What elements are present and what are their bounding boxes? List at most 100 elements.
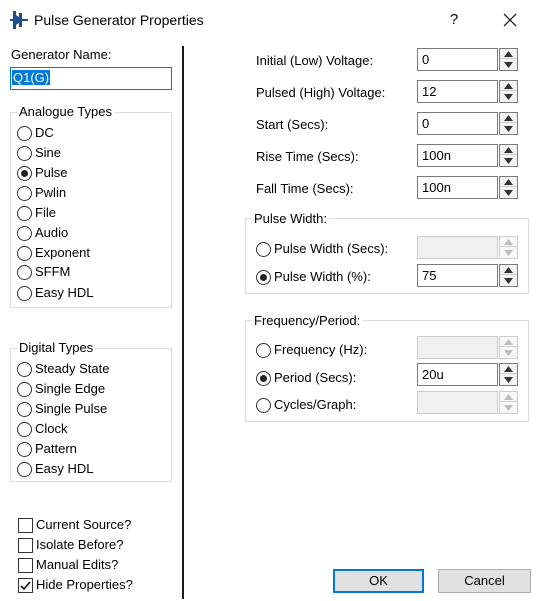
arrow-down-icon[interactable] [500,188,517,198]
radio-button [17,382,32,397]
radio-label: Pulse Width (Secs): [274,241,389,256]
radio-label: Pulse Width (%): [274,269,371,284]
radio-button-checked [256,371,271,386]
radio-button [17,206,32,221]
radio-label: File [35,205,56,220]
arrow-down-icon[interactable] [500,248,517,258]
pulse-width-secs-input[interactable] [417,236,498,259]
radio-button [17,362,32,377]
radio-button [256,242,271,257]
cancel-button[interactable]: Cancel [438,569,531,593]
pulsed-voltage-spinner[interactable] [499,80,518,103]
radio-button [17,186,32,201]
radio-label: Clock [35,421,68,436]
radio-label: Single Edge [35,381,106,396]
radio-label: Period (Secs): [274,370,357,385]
arrow-down-icon[interactable] [500,403,517,413]
vertical-divider [182,46,184,599]
arrow-up-icon[interactable] [500,392,517,402]
rise-time-spinner[interactable] [499,144,518,167]
period-secs-input[interactable]: 20u [417,363,498,386]
radio-label: Pwlin [35,185,67,200]
radio-button [17,422,32,437]
arrow-down-icon[interactable] [500,348,517,358]
help-button[interactable]: ? [444,10,464,30]
frequency-hz-input[interactable] [417,336,498,359]
checkbox-label: Hide Properties? [36,577,133,592]
radio-button [17,462,32,477]
checkbox-box-checked [18,578,33,593]
radio-label: Frequency (Hz): [274,342,368,357]
rise-time-input[interactable]: 100n [417,144,498,167]
radio-label: Easy HDL [35,461,94,476]
pulsed-voltage-input[interactable]: 12 [417,80,498,103]
arrow-up-icon[interactable] [500,49,517,59]
pulse-width-percent-spinner[interactable] [499,264,518,287]
arrow-down-icon[interactable] [500,276,517,286]
start-label: Start (Secs): [256,117,329,132]
period-secs-spinner[interactable] [499,363,518,386]
initial-voltage-input[interactable]: 0 [417,48,498,71]
radio-button [256,398,271,413]
generator-name-value: Q1(G) [12,70,51,85]
cycles-graph-input[interactable] [417,391,498,414]
arrow-down-icon[interactable] [500,92,517,102]
radio-label: Single Pulse [35,401,108,416]
radio-button-checked [17,166,32,181]
checkbox-box [18,538,33,553]
arrow-up-icon[interactable] [500,237,517,247]
frequency-period-title: Frequency/Period: [252,313,363,328]
cycles-graph-spinner[interactable] [499,391,518,414]
checkbox-label: Manual Edits? [36,557,119,572]
checkbox-box [18,558,33,573]
initial-voltage-spinner[interactable] [499,48,518,71]
arrow-down-icon[interactable] [500,60,517,70]
radio-button [17,126,32,141]
radio-button [17,402,32,417]
radio-label: Sine [35,145,62,160]
radio-label: Pattern [35,441,77,456]
title-bar: Pulse Generator Properties ? [0,0,540,40]
pulse-generator-icon [10,11,28,29]
arrow-down-icon[interactable] [500,124,517,134]
radio-label: Easy HDL [35,285,94,300]
radio-label: Pulse [35,165,68,180]
checkbox-label: Current Source? [36,517,132,532]
radio-button [17,226,32,241]
arrow-up-icon[interactable] [500,337,517,347]
radio-button [17,442,32,457]
pulse-width-percent-input[interactable]: 75 [417,264,498,287]
arrow-up-icon[interactable] [500,265,517,275]
radio-label: Steady State [35,361,110,376]
rise-time-label: Rise Time (Secs): [256,149,359,164]
pulsed-voltage-label: Pulsed (High) Voltage: [256,85,386,100]
frequency-hz-spinner[interactable] [499,336,518,359]
fall-time-spinner[interactable] [499,176,518,199]
generator-name-input[interactable]: Q1(G) [10,67,172,90]
radio-label: DC [35,125,54,140]
close-icon[interactable] [500,10,520,30]
arrow-up-icon[interactable] [500,113,517,123]
radio-label: Exponent [35,245,90,260]
checkbox-label: Isolate Before? [36,537,124,552]
radio-label: Audio [35,225,69,240]
checkbox-box [18,518,33,533]
arrow-up-icon[interactable] [500,364,517,374]
arrow-down-icon[interactable] [500,375,517,385]
window-title: Pulse Generator Properties [34,12,204,28]
radio-button [17,286,32,301]
arrow-down-icon[interactable] [500,156,517,166]
arrow-up-icon[interactable] [500,81,517,91]
radio-button [17,265,32,280]
radio-button-checked [256,270,271,285]
pulse-width-secs-spinner[interactable] [499,236,518,259]
start-input[interactable]: 0 [417,112,498,135]
checkmark-icon [20,581,31,591]
arrow-up-icon[interactable] [500,177,517,187]
ok-button[interactable]: OK [333,569,424,593]
radio-label: Cycles/Graph: [274,397,357,412]
initial-voltage-label: Initial (Low) Voltage: [256,53,374,68]
start-spinner[interactable] [499,112,518,135]
arrow-up-icon[interactable] [500,145,517,155]
fall-time-input[interactable]: 100n [417,176,498,199]
